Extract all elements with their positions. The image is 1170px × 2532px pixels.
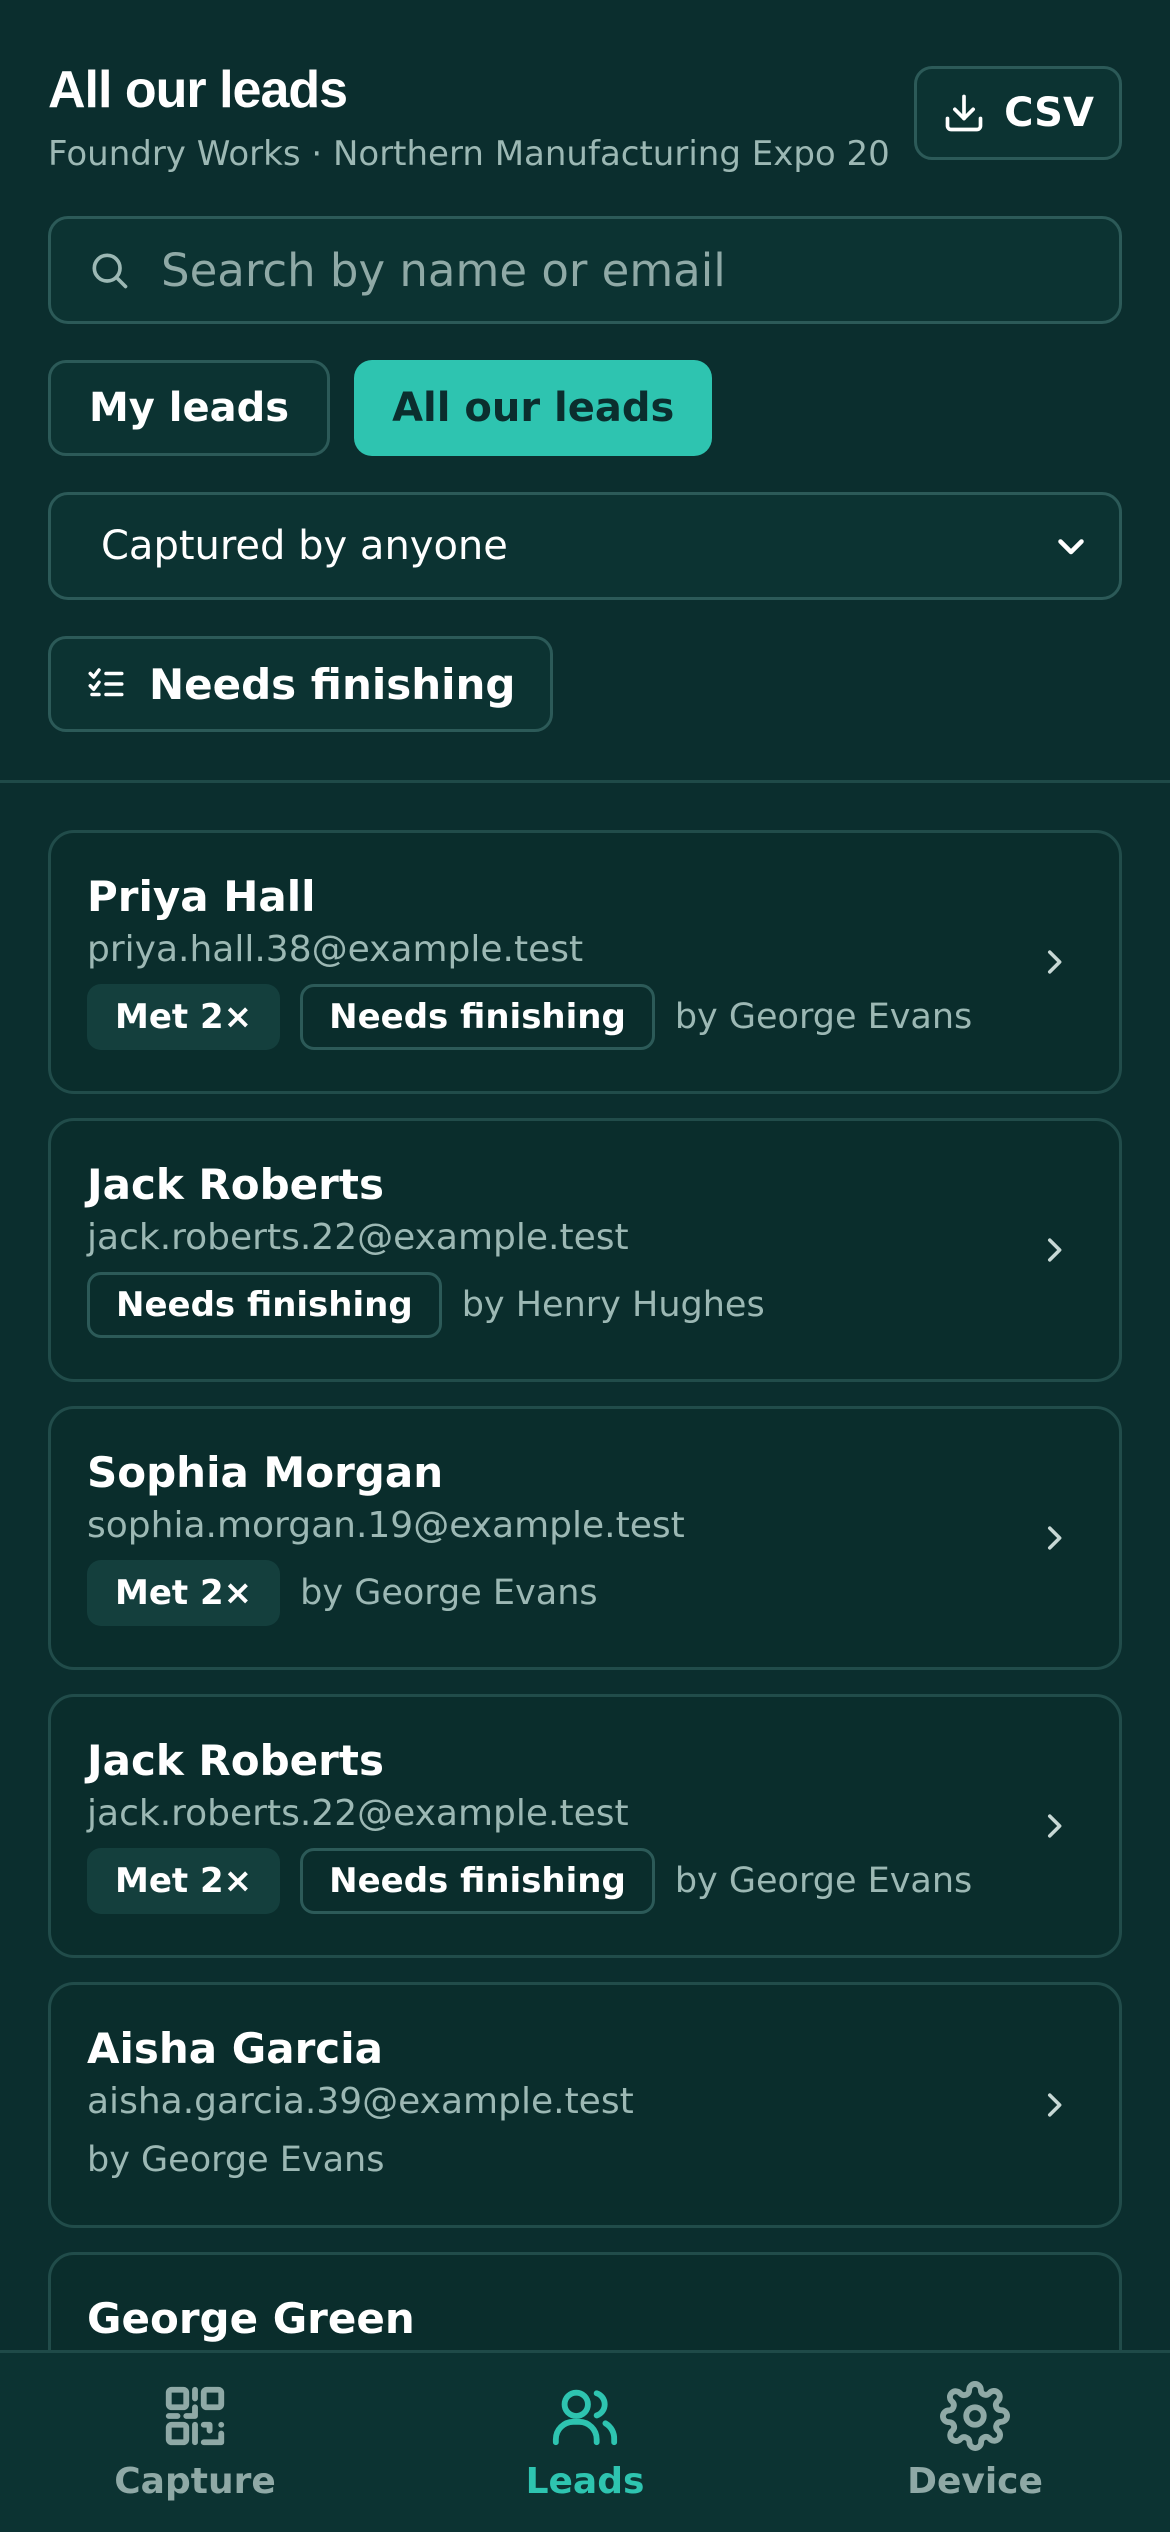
lead-email: sophia.morgan.19@example.test [87, 1505, 685, 1547]
checklist-icon [88, 668, 124, 697]
tab-all-leads[interactable]: All our leads [354, 360, 713, 456]
captured-by-value: Captured by anyone [101, 523, 508, 569]
bottom-nav: Capture Leads Device [0, 2350, 1170, 2532]
lead-name: Priya Hall [87, 872, 316, 921]
chevron-right-icon [1047, 1814, 1062, 1838]
lead-scope-toggle: My leads All our leads [48, 360, 713, 456]
csv-label: CSV [1004, 90, 1094, 136]
lead-card[interactable]: Jack Roberts jack.roberts.22@example.tes… [48, 1118, 1122, 1382]
event-subtitle: Foundry Works · Northern Manufacturing E… [48, 134, 888, 174]
search-bar[interactable] [48, 216, 1122, 324]
lead-email: jack.roberts.22@example.test [87, 1217, 629, 1259]
met-count-badge: Met 2× [87, 1848, 281, 1915]
lead-name: Sophia Morgan [87, 1448, 444, 1497]
lead-meta: Needs finishing by Henry Hughes [87, 1272, 1083, 1339]
needs-finishing-filter[interactable]: Needs finishing [48, 636, 553, 732]
chevron-right-icon [1047, 1238, 1062, 1262]
app-root: All our leads Foundry Works · Northern M… [0, 0, 1170, 2532]
met-count-badge: Met 2× [87, 984, 281, 1051]
nav-capture-label: Capture [114, 2461, 276, 2502]
captured-by-text: by George Evans [674, 1861, 973, 1902]
captured-by-text: by George Evans [300, 1573, 598, 1614]
needs-finishing-badge: Needs finishing [300, 984, 655, 1051]
chevron-right-icon [1047, 2093, 1062, 2117]
lead-email: priya.hall.38@example.test [87, 929, 584, 971]
gear-icon [940, 2381, 1010, 2451]
chevron-right-icon [1047, 1526, 1062, 1550]
tab-my-leads[interactable]: My leads [48, 360, 331, 456]
chevron-right-icon [1047, 950, 1062, 974]
search-icon [92, 253, 128, 289]
page-title: All our leads [48, 61, 348, 119]
lead-email: aisha.garcia.39@example.test [87, 2081, 634, 2123]
header: All our leads Foundry Works · Northern M… [48, 60, 1122, 174]
nav-capture[interactable]: Capture [0, 2353, 390, 2532]
search-input[interactable] [161, 243, 1119, 297]
nav-leads-label: Leads [525, 2461, 645, 2502]
download-icon [945, 94, 983, 132]
lead-name: Jack Roberts [87, 1160, 384, 1209]
divider [0, 780, 1170, 783]
captured-by-text: by George Evans [674, 997, 973, 1038]
lead-meta: Met 2× Needs finishing by George Evans [87, 1848, 1083, 1915]
lead-card[interactable]: Aisha Garcia aisha.garcia.39@example.tes… [48, 1982, 1122, 2228]
lead-email: jack.roberts.22@example.test [87, 1793, 629, 1835]
nav-leads[interactable]: Leads [390, 2353, 780, 2532]
captured-by-text: by Henry Hughes [461, 1285, 765, 1326]
lead-card[interactable]: Jack Roberts jack.roberts.22@example.tes… [48, 1694, 1122, 1958]
captured-by-select[interactable]: Captured by anyone [48, 492, 1122, 600]
chevron-down-icon [1058, 539, 1084, 555]
lead-name: George Green [87, 2294, 415, 2343]
needs-finishing-badge: Needs finishing [300, 1848, 655, 1915]
lead-name: Jack Roberts [87, 1736, 384, 1785]
csv-export-button[interactable]: CSV [914, 66, 1122, 160]
users-icon [552, 2389, 618, 2446]
needs-finishing-badge: Needs finishing [87, 1272, 442, 1339]
nav-device-label: Device [907, 2461, 1043, 2502]
lead-list: Priya Hall priya.hall.38@example.test Me… [48, 830, 1122, 2532]
lead-meta: Met 2× by George Evans [87, 1560, 1083, 1627]
needs-finishing-label: Needs finishing [149, 659, 516, 709]
lead-meta: Met 2× Needs finishing by George Evans [87, 984, 1083, 1051]
lead-card[interactable]: Sophia Morgan sophia.morgan.19@example.t… [48, 1406, 1122, 1670]
nav-device[interactable]: Device [780, 2353, 1170, 2532]
met-count-badge: Met 2× [87, 1560, 281, 1627]
qr-code-icon [165, 2386, 225, 2446]
lead-name: Aisha Garcia [87, 2024, 383, 2073]
captured-by-text: by George Evans [87, 2140, 385, 2181]
lead-card[interactable]: Priya Hall priya.hall.38@example.test Me… [48, 830, 1122, 1094]
